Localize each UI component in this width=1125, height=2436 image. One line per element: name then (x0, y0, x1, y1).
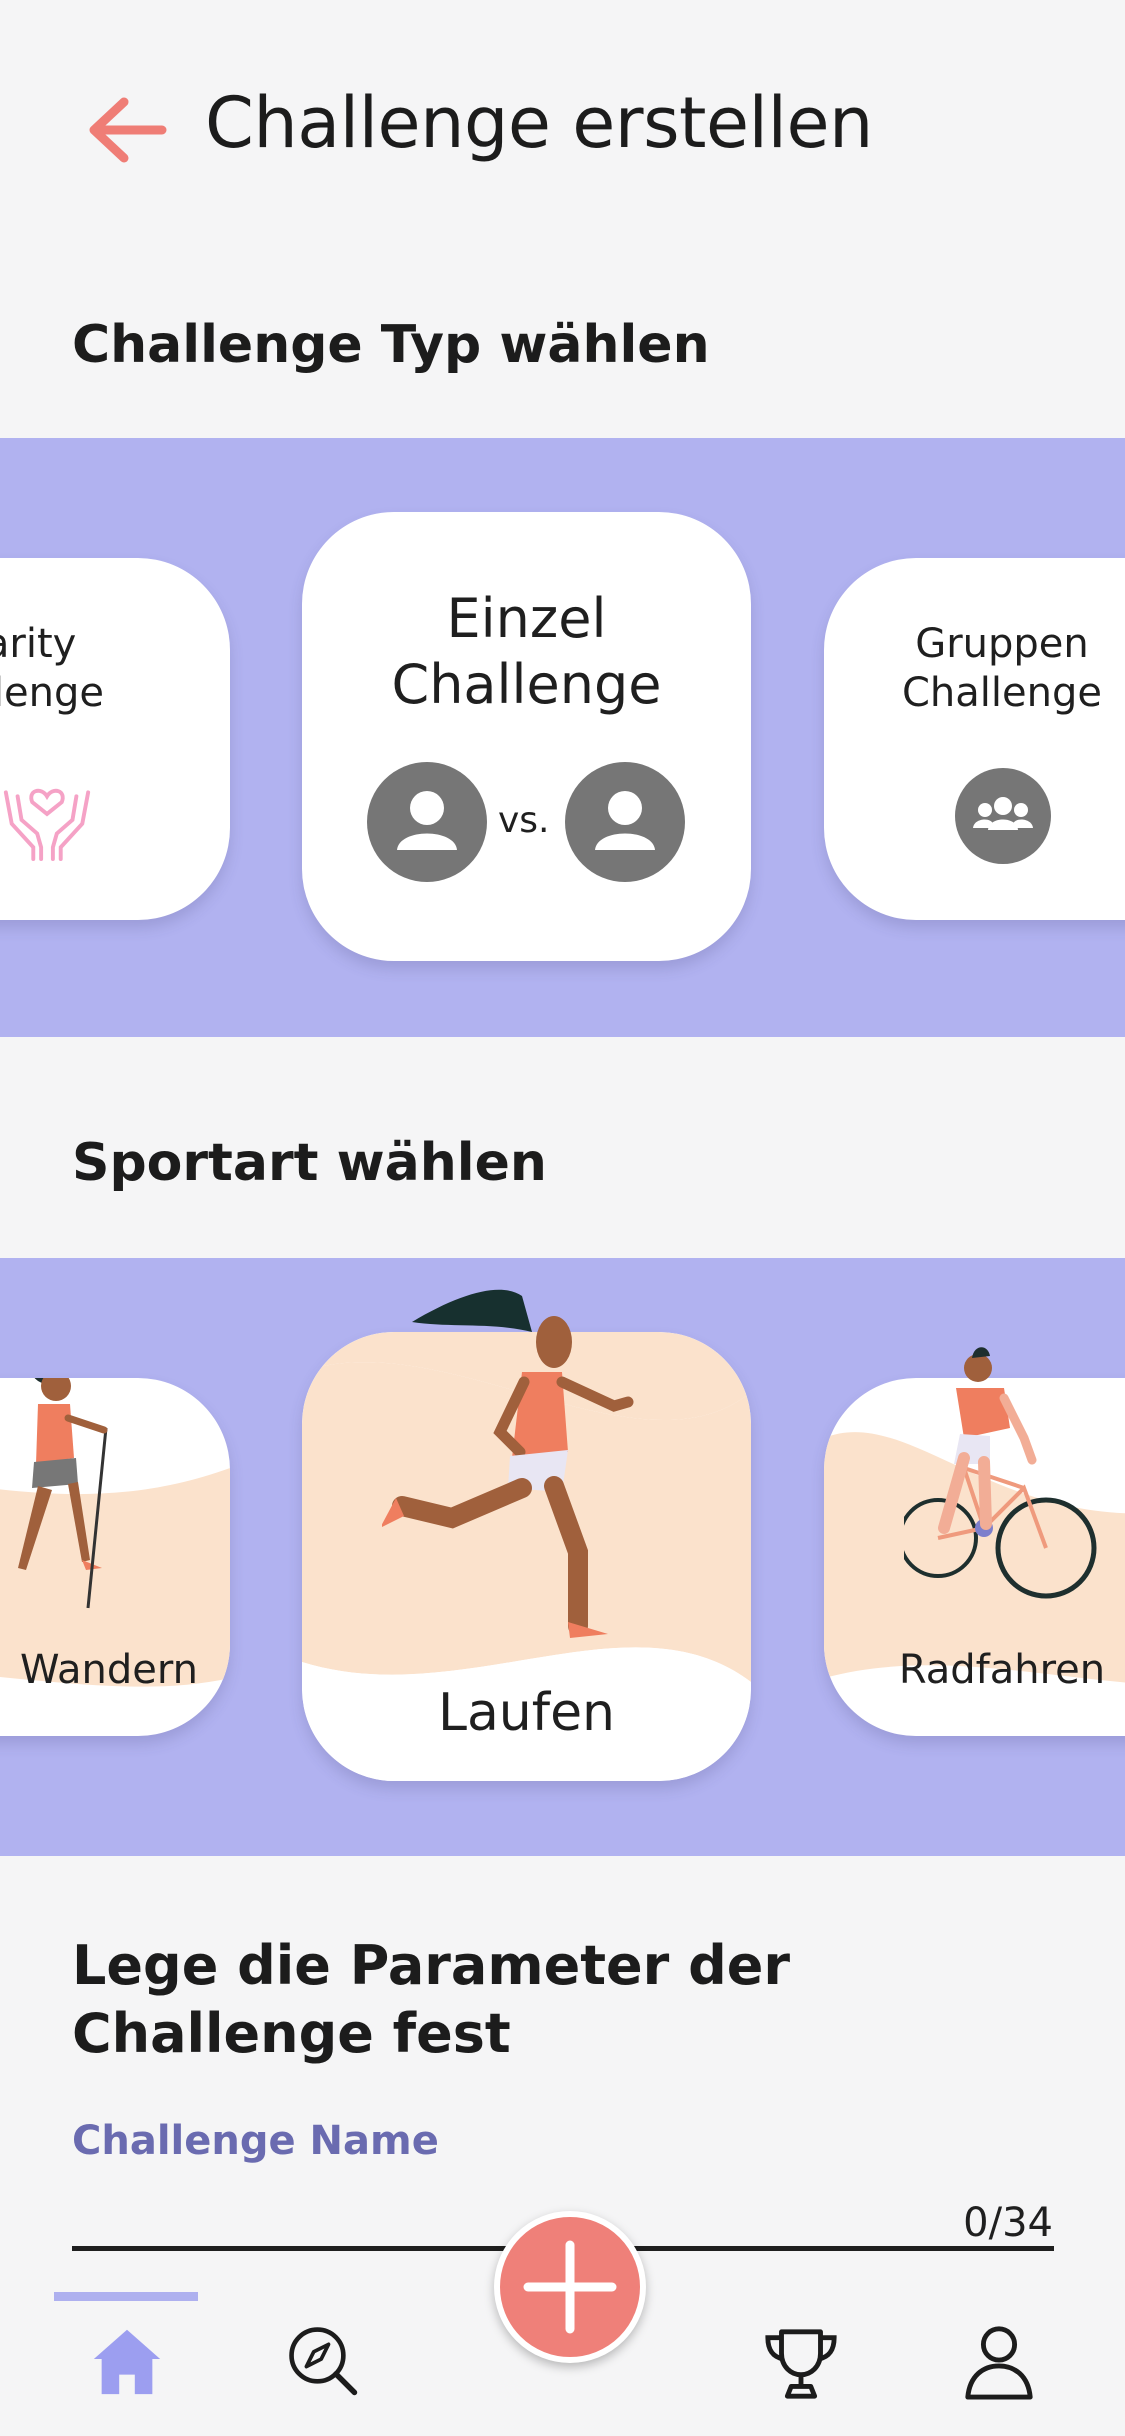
page-title: Challenge erstellen (205, 82, 873, 164)
challenge-name-label: Challenge Name (72, 2118, 439, 2164)
card-laufen-label: Laufen (437, 1683, 616, 1743)
sport-heading: Sportart wählen (72, 1133, 547, 1193)
card-charity-label: Charity Challenge (0, 621, 104, 716)
profile-icon[interactable] (960, 2322, 1038, 2402)
challenge-type-carousel[interactable]: Charity Challenge Einzel Challenge vs. G… (0, 438, 1125, 1037)
cyclist-illustration (904, 1347, 1097, 1599)
card-radfahren-label: Radfahren (898, 1647, 1106, 1693)
card-wandern-label: Wandern (20, 1647, 198, 1693)
card-charity-challenge[interactable]: Charity Challenge (0, 558, 230, 920)
card-laufen[interactable]: Laufen (302, 1289, 751, 1781)
active-tab-indicator (54, 2292, 198, 2301)
person-icon (565, 762, 685, 882)
card-gruppen-challenge[interactable]: Gruppen Challenge (824, 558, 1125, 920)
explore-icon[interactable] (286, 2324, 360, 2398)
challenge-type-heading: Challenge Typ wählen (72, 315, 710, 375)
back-arrow-icon[interactable] (82, 90, 172, 170)
hiking-woman-illustration (18, 1378, 108, 1609)
add-challenge-button[interactable] (494, 2211, 646, 2363)
card-einzel-challenge[interactable]: Einzel Challenge vs. (302, 512, 751, 961)
home-icon[interactable] (88, 2322, 166, 2400)
heart-hands-icon (3, 788, 91, 861)
running-woman-illustration (382, 1289, 634, 1638)
challenge-name-counter: 0/34 (963, 2200, 1053, 2246)
trophy-icon[interactable] (762, 2324, 840, 2402)
vs-label: vs. (498, 800, 550, 841)
group-icon (955, 768, 1051, 864)
add-icon (523, 2240, 617, 2334)
person-icon (367, 762, 487, 882)
parameters-heading: Lege die Parameter der Challenge fest (72, 1934, 791, 2065)
card-einzel-label: Einzel Challenge (391, 587, 662, 716)
card-gruppen-label: Gruppen Challenge (902, 621, 1102, 716)
card-radfahren[interactable]: Radfahren (824, 1347, 1125, 1736)
card-wandern[interactable]: Wandern (0, 1378, 230, 1736)
sport-carousel[interactable]: Wandern Laufen Radfahren (0, 1258, 1125, 1856)
